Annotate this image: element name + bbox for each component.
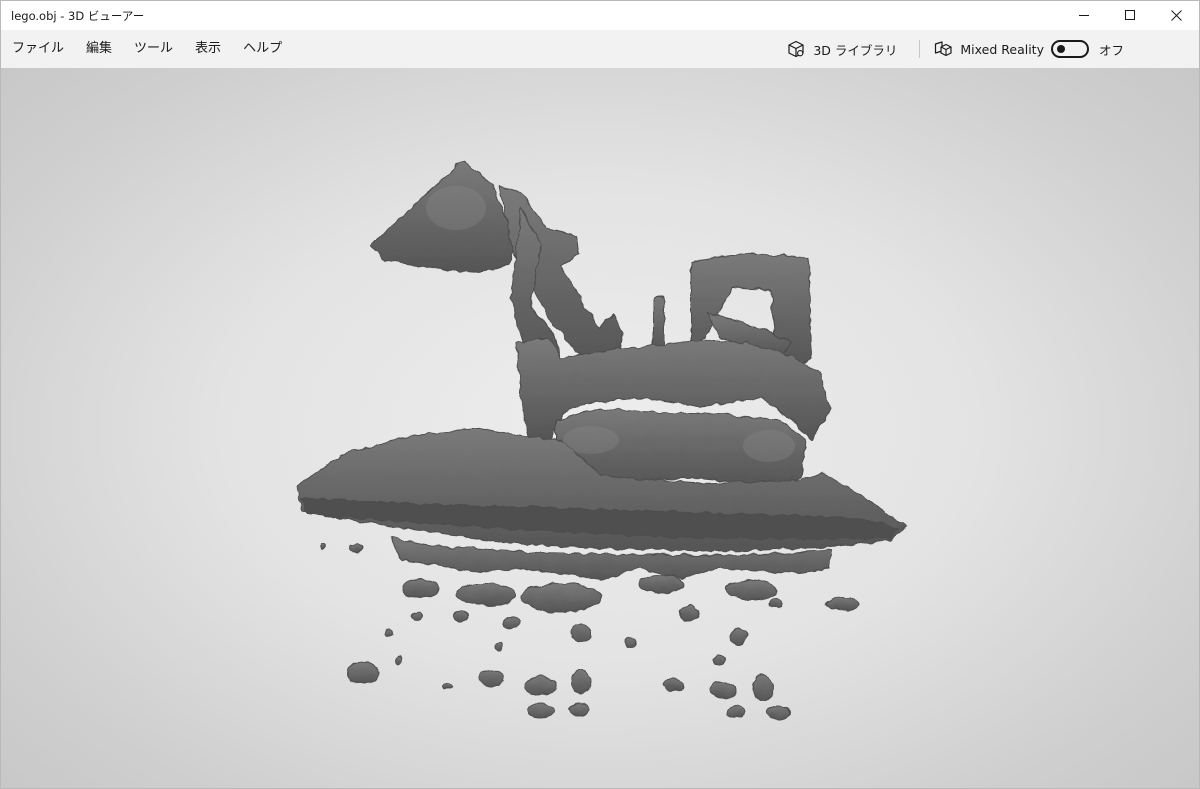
mixed-reality-button[interactable]: Mixed Reality	[934, 30, 1044, 68]
minimize-icon	[1078, 15, 1089, 16]
menu-view[interactable]: 表示	[184, 30, 232, 68]
title-bar[interactable]: lego.obj - 3D ビューアー	[1, 1, 1199, 30]
mixed-reality-label: Mixed Reality	[960, 41, 1044, 57]
cube-icon	[787, 40, 805, 58]
menu-file[interactable]: ファイル	[1, 30, 75, 68]
toolbar-right: 3D ライブラリ Mixed Reality オフ	[787, 30, 1199, 68]
caption-buttons	[1061, 1, 1199, 30]
mixed-reality-toggle[interactable]	[1050, 40, 1089, 58]
toolbar-separator	[919, 40, 921, 58]
maximize-icon	[1124, 10, 1135, 20]
close-icon	[1170, 10, 1182, 21]
window-title: lego.obj - 3D ビューアー	[11, 8, 145, 23]
app-window: lego.obj - 3D ビューアー ファイル 編集 ツール 表示 ヘルプ 3…	[0, 0, 1200, 789]
menu-tools[interactable]: ツール	[123, 30, 184, 68]
toggle-state-label: オフ	[1098, 42, 1124, 58]
menu-bar: ファイル 編集 ツール 表示 ヘルプ 3D ライブラリ Mixed Realit…	[1, 30, 1199, 68]
menu-help[interactable]: ヘルプ	[232, 30, 293, 68]
3d-library-button[interactable]: 3D ライブラリ	[787, 30, 897, 68]
menu-edit[interactable]: 編集	[75, 30, 123, 68]
minimize-button[interactable]	[1061, 1, 1107, 30]
maximize-button[interactable]	[1107, 1, 1153, 30]
3d-model-render	[296, 159, 907, 720]
mixed-reality-icon	[934, 40, 952, 58]
3d-viewport[interactable]	[1, 68, 1199, 788]
3d-library-label: 3D ライブラリ	[813, 42, 898, 58]
close-button[interactable]	[1153, 1, 1199, 30]
toggle-knob	[1056, 45, 1065, 53]
